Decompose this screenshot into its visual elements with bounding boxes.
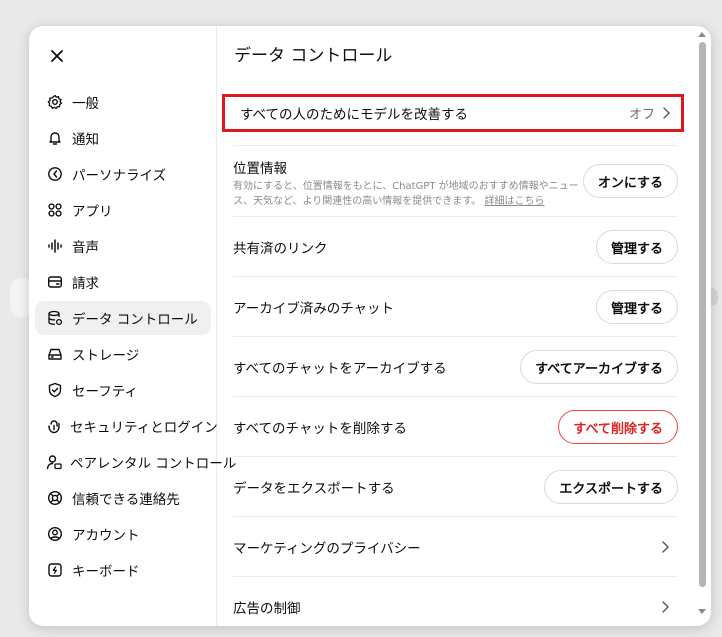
manage-shared-links-button[interactable]: 管理する — [595, 230, 678, 264]
chevron-right-icon — [663, 107, 670, 119]
sidebar-item-notifications[interactable]: 通知 — [35, 121, 211, 155]
keyboard-icon — [46, 561, 64, 579]
billing-card-icon — [46, 273, 64, 291]
archived-chats-row: アーカイブ済みのチャット 管理する — [233, 276, 678, 337]
audio-wave-icon — [46, 237, 64, 255]
sidebar-item-general[interactable]: 一般 — [35, 85, 211, 119]
scroll-down-arrow-icon[interactable] — [698, 609, 706, 614]
sidebar-item-label: セキュリティとログイン — [70, 420, 218, 436]
improve-model-value: オフ — [628, 107, 655, 123]
sidebar-item-label: データ コントロール — [72, 312, 198, 328]
manage-archived-chats-button[interactable]: 管理する — [595, 290, 678, 324]
sidebar-item-safety[interactable]: セーフティ — [35, 373, 211, 407]
sidebar-item-label: 一般 — [72, 96, 99, 112]
ad-controls-label: 広告の制御 — [233, 601, 301, 617]
archive-all-label: すべてのチャットをアーカイブする — [233, 361, 447, 377]
export-data-row: データをエクスポートする エクスポートする — [233, 456, 678, 517]
personalize-icon — [46, 165, 64, 183]
sidebar-item-account[interactable]: アカウント — [35, 517, 211, 551]
improve-model-row[interactable]: すべての人のためにモデルを改善する オフ — [222, 94, 684, 132]
location-row: 位置情報 有効にすると、位置情報をもとに、ChatGPT が地域のおすすめ情報や… — [233, 145, 678, 216]
sidebar-item-billing[interactable]: 請求 — [35, 265, 211, 299]
sidebar-item-data-controls[interactable]: データ コントロール — [35, 301, 211, 335]
shield-check-icon — [46, 381, 64, 399]
sidebar-item-label: アプリ — [72, 204, 113, 220]
bell-icon — [46, 129, 64, 147]
parental-user-icon — [46, 453, 62, 471]
shared-links-row: 共有済のリンク 管理する — [233, 216, 678, 277]
archive-all-button[interactable]: すべてアーカイブする — [520, 350, 678, 384]
shared-links-label: 共有済のリンク — [233, 241, 328, 257]
account-icon — [46, 525, 64, 543]
sidebar-item-label: アカウント — [72, 528, 140, 544]
storage-drive-icon — [46, 345, 64, 363]
close-icon — [51, 50, 63, 62]
gear-icon — [46, 93, 64, 111]
marketing-privacy-row[interactable]: マーケティングのプライバシー — [233, 516, 678, 577]
scrollbar-thumb[interactable] — [699, 42, 706, 587]
page-title: データ コントロール — [234, 46, 393, 66]
sidebar-item-label: 音声 — [72, 240, 99, 256]
sidebar-item-parental-controls[interactable]: ペアレンタル コントロール — [35, 445, 236, 479]
apps-grid-icon — [46, 201, 64, 219]
settings-dialog: 一般 通知 パーソナライズ アプリ 音声 請求 データ コントロール ストレージ… — [29, 26, 711, 626]
archive-all-row: すべてのチャットをアーカイブする すべてアーカイブする — [233, 336, 678, 397]
enable-location-button[interactable]: オンにする — [582, 164, 678, 198]
delete-all-row: すべてのチャットを削除する すべて削除する — [233, 396, 678, 457]
sidebar-item-label: パーソナライズ — [72, 168, 167, 184]
sidebar-item-trusted-contacts[interactable]: 信頼できる連絡先 — [35, 481, 211, 515]
delete-all-button[interactable]: すべて削除する — [558, 410, 678, 444]
sidebar-item-apps[interactable]: アプリ — [35, 193, 211, 227]
sidebar-item-storage[interactable]: ストレージ — [35, 337, 211, 371]
sidebar-item-keyboard[interactable]: キーボード — [35, 553, 211, 587]
learn-more-link[interactable]: 詳細はこちら — [485, 196, 545, 207]
data-control-icon — [46, 309, 64, 327]
sidebar-item-label: 請求 — [72, 276, 99, 292]
sidebar-item-personalize[interactable]: パーソナライズ — [35, 157, 211, 191]
sidebar-item-label: ペアレンタル コントロール — [70, 456, 237, 472]
sidebar-item-label: 通知 — [72, 132, 99, 148]
improve-model-label: すべての人のためにモデルを改善する — [240, 107, 469, 123]
sidebar-item-label: 信頼できる連絡先 — [72, 492, 180, 508]
location-description: 有効にすると、位置情報をもとに、ChatGPT が地域のおすすめ情報やニュース、… — [233, 179, 583, 209]
export-button[interactable]: エクスポートする — [544, 470, 678, 504]
sidebar-item-label: セーフティ — [72, 384, 138, 400]
close-button[interactable] — [43, 42, 71, 70]
settings-nav: 一般 通知 パーソナライズ アプリ 音声 請求 データ コントロール ストレージ… — [35, 85, 236, 589]
chevron-right-icon — [662, 601, 669, 613]
export-data-label: データをエクスポートする — [233, 481, 395, 497]
archived-chats-label: アーカイブ済みのチャット — [233, 301, 395, 317]
chevron-right-icon — [662, 541, 669, 553]
marketing-privacy-label: マーケティングのプライバシー — [233, 541, 421, 557]
sidebar-item-label: ストレージ — [72, 348, 140, 364]
delete-all-label: すべてのチャットを削除する — [233, 421, 407, 437]
location-title: 位置情報 — [233, 161, 287, 177]
sidebar-item-audio[interactable]: 音声 — [35, 229, 211, 263]
security-lock-icon — [46, 417, 62, 435]
settings-sidebar: 一般 通知 パーソナライズ アプリ 音声 請求 データ コントロール ストレージ… — [29, 26, 236, 626]
trusted-contact-icon — [46, 489, 64, 507]
data-controls-panel: データ コントロール すべての人のためにモデルを改善する オフ 位置情報 有効に… — [217, 26, 711, 626]
sidebar-item-label: キーボード — [72, 564, 140, 580]
sidebar-item-security[interactable]: セキュリティとログイン — [35, 409, 218, 443]
scrollbar[interactable] — [697, 32, 707, 620]
scroll-up-arrow-icon[interactable] — [698, 32, 706, 37]
ad-controls-row[interactable]: 広告の制御 — [233, 576, 678, 626]
